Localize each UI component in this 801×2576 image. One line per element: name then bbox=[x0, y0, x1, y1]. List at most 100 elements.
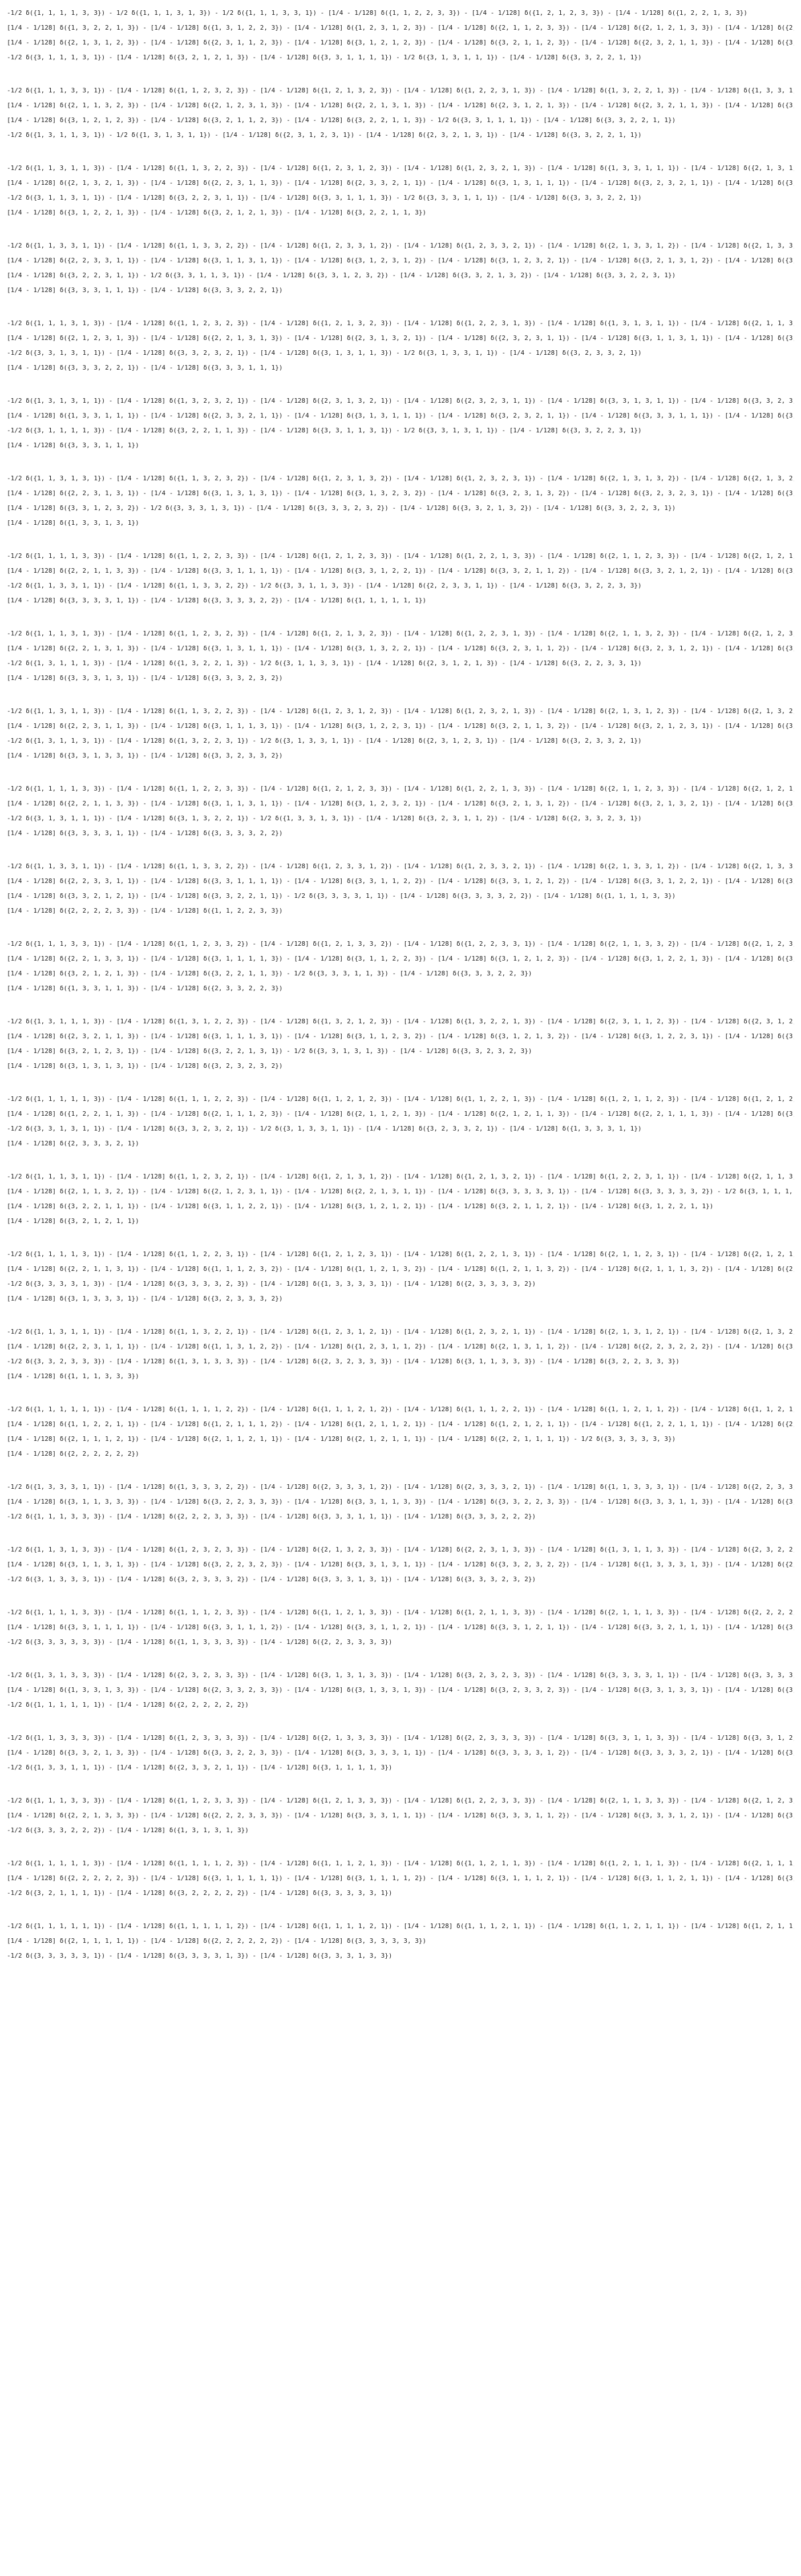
formula-line: [1/4 - 1/128] δ({3, 2, 2, 3, 1, 1}) - 1/… bbox=[7, 272, 676, 279]
formula-line: [1/4 - 1/128] δ({3, 3, 2, 1, 2, 1}) - [1… bbox=[7, 892, 676, 900]
formula-line: -1/2 δ({3, 1, 3, 1, 1, 1}) - [1/4 - 1/12… bbox=[7, 815, 642, 822]
formula-block: -1/2 δ({1, 1, 1, 1, 1, 3}) - [1/4 - 1/12… bbox=[7, 1856, 794, 1901]
formula-line: -1/2 δ({1, 1, 1, 3, 3, 1}) - [1/4 - 1/12… bbox=[7, 87, 794, 94]
formula-line: -1/2 δ({1, 1, 3, 1, 1, 1}) - [1/4 - 1/12… bbox=[7, 1328, 794, 1335]
formula-block: -1/2 δ({1, 1, 3, 3, 3, 3}) - [1/4 - 1/12… bbox=[7, 1731, 794, 1775]
formula-line: [1/4 - 1/128] δ({2, 1, 2, 3, 1, 3}) - [1… bbox=[7, 334, 794, 342]
formula-line: [1/4 - 1/128] δ({2, 1, 1, 1, 1, 1}) - [1… bbox=[7, 1937, 427, 1945]
formula-line: [1/4 - 1/128] δ({2, 2, 2, 2, 2, 2}) bbox=[7, 1450, 139, 1457]
formula-line: [1/4 - 1/128] δ({2, 2, 2, 2, 3, 3}) - [1… bbox=[7, 907, 283, 914]
formula-line: [1/4 - 1/128] δ({2, 1, 3, 1, 2, 3}) - [1… bbox=[7, 39, 794, 46]
formula-line: -1/2 δ({1, 1, 1, 1, 3, 3}) - [1/4 - 1/12… bbox=[7, 552, 794, 560]
formula-line: -1/2 δ({1, 1, 1, 1, 3, 3}) - [1/4 - 1/12… bbox=[7, 1609, 794, 1616]
formula-block: -1/2 δ({1, 1, 1, 3, 1, 3}) - [1/4 - 1/12… bbox=[7, 626, 794, 686]
formula-block: -1/2 δ({1, 3, 1, 1, 1, 3}) - [1/4 - 1/12… bbox=[7, 1014, 794, 1074]
formula-block: -1/2 δ({1, 1, 1, 1, 3, 3}) - [1/4 - 1/12… bbox=[7, 781, 794, 841]
formula-line: [1/4 - 1/128] δ({3, 2, 1, 2, 1, 1}) bbox=[7, 1217, 139, 1225]
formula-line: -1/2 δ({1, 1, 1, 3, 1, 3}) - [1/4 - 1/12… bbox=[7, 630, 794, 637]
formula-block: -1/2 δ({1, 1, 1, 1, 3, 3}) - [1/4 - 1/12… bbox=[7, 549, 794, 608]
formula-line: -1/2 δ({3, 2, 1, 1, 1, 1}) - [1/4 - 1/12… bbox=[7, 1889, 393, 1897]
formula-line: -1/2 δ({3, 3, 3, 3, 3, 1}) - [1/4 - 1/12… bbox=[7, 1952, 393, 1959]
formula-line: -1/2 δ({1, 1, 1, 3, 3, 3}) - [1/4 - 1/12… bbox=[7, 1513, 536, 1520]
formula-line: -1/2 δ({1, 3, 1, 3, 3, 3}) - [1/4 - 1/12… bbox=[7, 1671, 794, 1679]
formula-line: [1/4 - 1/128] δ({3, 2, 1, 2, 1, 3}) - [1… bbox=[7, 970, 532, 977]
formula-block: -1/2 δ({1, 1, 1, 3, 1, 1}) - [1/4 - 1/12… bbox=[7, 1169, 794, 1229]
formula-line: [1/4 - 1/128] δ({2, 3, 3, 3, 2, 1}) bbox=[7, 1140, 139, 1147]
formula-line: [1/4 - 1/128] δ({1, 2, 2, 1, 1, 3}) - [1… bbox=[7, 1110, 794, 1117]
formula-line: [1/4 - 1/128] δ({3, 3, 1, 3, 3, 1}) - [1… bbox=[7, 752, 283, 759]
formula-page: -1/2 δ({1, 1, 1, 1, 3, 3}) - 1/2 δ({1, 1… bbox=[0, 0, 801, 2576]
formula-line: -1/2 δ({1, 1, 1, 1, 1, 1}) - [1/4 - 1/12… bbox=[7, 1701, 249, 1708]
formula-block: -1/2 δ({1, 3, 1, 3, 1, 1}) - [1/4 - 1/12… bbox=[7, 394, 794, 453]
formula-line: [1/4 - 1/128] δ({3, 1, 2, 2, 1, 3}) - [1… bbox=[7, 209, 427, 216]
formula-block: -1/2 δ({1, 1, 1, 1, 1, 3}) - [1/4 - 1/12… bbox=[7, 1092, 794, 1151]
formula-line: [1/4 - 1/128] δ({2, 2, 1, 3, 1, 3}) - [1… bbox=[7, 645, 794, 652]
formula-line: -1/2 δ({1, 1, 1, 3, 3, 3}) - [1/4 - 1/12… bbox=[7, 1797, 794, 1804]
formula-line: -1/2 δ({1, 3, 1, 1, 1, 3}) - [1/4 - 1/12… bbox=[7, 659, 642, 667]
formula-line: [1/4 - 1/128] δ({3, 3, 3, 1, 1, 1}) bbox=[7, 442, 139, 449]
formula-line: -1/2 δ({1, 1, 3, 3, 1, 1}) - [1/4 - 1/12… bbox=[7, 582, 642, 589]
formula-line: -1/2 δ({1, 1, 1, 1, 1, 1}) - [1/4 - 1/12… bbox=[7, 1406, 794, 1413]
formula-line: [1/4 - 1/128] δ({3, 1, 2, 1, 2, 3}) - [1… bbox=[7, 116, 676, 124]
formula-line: -1/2 δ({3, 3, 1, 3, 1, 1}) - [1/4 - 1/12… bbox=[7, 1125, 642, 1132]
formula-line: [1/4 - 1/128] δ({1, 3, 3, 1, 3, 3}) - [1… bbox=[7, 1686, 794, 1694]
formula-line: -1/2 δ({1, 1, 1, 1, 3, 1}) - [1/4 - 1/12… bbox=[7, 1250, 794, 1258]
formula-line: -1/2 δ({1, 1, 1, 3, 3, 1}) - [1/4 - 1/12… bbox=[7, 940, 794, 947]
formula-block: -1/2 δ({1, 1, 1, 3, 1, 3}) - [1/4 - 1/12… bbox=[7, 316, 794, 375]
formula-block: -1/2 δ({1, 1, 3, 1, 3, 1}) - [1/4 - 1/12… bbox=[7, 471, 794, 530]
formula-line: [1/4 - 1/128] δ({2, 2, 3, 3, 1, 1}) - [1… bbox=[7, 257, 794, 264]
formula-line: -1/2 δ({1, 1, 3, 1, 1, 3}) - [1/4 - 1/12… bbox=[7, 164, 794, 172]
formula-line: [1/4 - 1/128] δ({3, 1, 1, 3, 3, 3}) - [1… bbox=[7, 1498, 794, 1505]
formula-line: [1/4 - 1/128] δ({3, 3, 3, 1, 3, 1}) - [1… bbox=[7, 674, 283, 682]
formula-line: -1/2 δ({1, 3, 3, 3, 1, 1}) - [1/4 - 1/12… bbox=[7, 1483, 794, 1490]
formula-line: -1/2 δ({3, 3, 3, 2, 2, 2}) - [1/4 - 1/12… bbox=[7, 1826, 249, 1834]
formula-line: [1/4 - 1/128] δ({3, 2, 2, 1, 1, 1}) - [1… bbox=[7, 1202, 714, 1210]
formula-line: -1/2 δ({3, 3, 2, 3, 3, 3}) - [1/4 - 1/12… bbox=[7, 1358, 679, 1365]
formula-line: [1/4 - 1/128] δ({3, 1, 3, 3, 3, 1}) - [1… bbox=[7, 1295, 283, 1302]
formula-block: -1/2 δ({1, 1, 1, 1, 3, 3}) - [1/4 - 1/12… bbox=[7, 1605, 794, 1650]
formula-line: -1/2 δ({3, 1, 1, 1, 1, 3}) - [1/4 - 1/12… bbox=[7, 427, 642, 434]
formula-block: -1/2 δ({1, 1, 3, 3, 1, 1}) - [1/4 - 1/12… bbox=[7, 859, 794, 918]
formula-line: -1/2 δ({1, 1, 3, 1, 1, 3}) - [1/4 - 1/12… bbox=[7, 707, 794, 715]
formula-line: [1/4 - 1/128] δ({2, 2, 1, 1, 3, 3}) - [1… bbox=[7, 800, 794, 807]
formula-line: [1/4 - 1/128] δ({3, 3, 3, 3, 1, 1}) - [1… bbox=[7, 597, 427, 604]
formula-line: [1/4 - 1/128] δ({1, 3, 3, 1, 1, 1}) - [1… bbox=[7, 412, 794, 419]
formula-line: -1/2 δ({1, 1, 1, 1, 1, 3}) - [1/4 - 1/12… bbox=[7, 1860, 794, 1867]
formula-line: -1/2 δ({1, 1, 1, 1, 1, 3}) - [1/4 - 1/12… bbox=[7, 1095, 794, 1103]
formula-line: [1/4 - 1/128] δ({3, 3, 3, 3, 1, 1}) - [1… bbox=[7, 829, 283, 837]
formula-line: -1/2 δ({1, 1, 1, 1, 1, 1}) - [1/4 - 1/12… bbox=[7, 1922, 794, 1930]
formula-line: -1/2 δ({3, 1, 1, 3, 1, 1}) - [1/4 - 1/12… bbox=[7, 194, 642, 201]
formula-block: -1/2 δ({1, 3, 3, 3, 1, 1}) - [1/4 - 1/12… bbox=[7, 1480, 794, 1524]
formula-line: -1/2 δ({1, 1, 3, 3, 1, 1}) - [1/4 - 1/12… bbox=[7, 242, 794, 249]
formula-line: -1/2 δ({1, 3, 1, 1, 3, 1}) - [1/4 - 1/12… bbox=[7, 737, 642, 744]
formula-line: [1/4 - 1/128] δ({2, 2, 2, 2, 2, 3}) - [1… bbox=[7, 1874, 794, 1882]
formula-line: -1/2 δ({3, 3, 1, 3, 1, 1}) - [1/4 - 1/12… bbox=[7, 349, 642, 357]
formula-line: [1/4 - 1/128] δ({3, 2, 1, 2, 3, 1}) - [1… bbox=[7, 1047, 532, 1055]
formula-line: [1/4 - 1/128] δ({1, 3, 3, 1, 3, 1}) bbox=[7, 519, 139, 526]
formula-block: -1/2 δ({1, 1, 1, 1, 1, 1}) - [1/4 - 1/12… bbox=[7, 1919, 794, 1963]
formula-line: [1/4 - 1/128] δ({2, 1, 1, 1, 2, 1}) - [1… bbox=[7, 1435, 676, 1443]
formula-block: -1/2 δ({1, 1, 1, 3, 3, 1}) - [1/4 - 1/12… bbox=[7, 937, 794, 996]
formula-line: -1/2 δ({1, 3, 1, 3, 1, 1}) - [1/4 - 1/12… bbox=[7, 397, 794, 404]
formula-line: [1/4 - 1/128] δ({2, 2, 1, 1, 3, 1}) - [1… bbox=[7, 1265, 794, 1273]
formula-line: -1/2 δ({3, 1, 1, 1, 3, 1}) - [1/4 - 1/12… bbox=[7, 54, 642, 61]
formula-line: -1/2 δ({1, 1, 1, 1, 3, 3}) - 1/2 δ({1, 1… bbox=[7, 9, 748, 17]
formula-block: -1/2 δ({1, 1, 1, 1, 3, 3}) - 1/2 δ({1, 1… bbox=[7, 6, 794, 65]
formula-line: -1/2 δ({1, 1, 3, 1, 3, 3}) - [1/4 - 1/12… bbox=[7, 1546, 794, 1553]
formula-line: [1/4 - 1/128] δ({2, 1, 1, 3, 2, 3}) - [1… bbox=[7, 102, 794, 109]
formula-block: -1/2 δ({1, 1, 1, 3, 3, 3}) - [1/4 - 1/12… bbox=[7, 1793, 794, 1838]
formula-line: -1/2 δ({1, 1, 1, 3, 1, 3}) - [1/4 - 1/12… bbox=[7, 319, 794, 327]
formula-line: [1/4 - 1/128] δ({3, 3, 3, 1, 1, 1}) - [1… bbox=[7, 286, 283, 294]
formula-block: -1/2 δ({1, 3, 1, 3, 3, 3}) - [1/4 - 1/12… bbox=[7, 1668, 794, 1712]
formula-line: [1/4 - 1/128] δ({2, 3, 2, 1, 1, 3}) - [1… bbox=[7, 1032, 794, 1040]
formula-block: -1/2 δ({1, 1, 3, 1, 3, 3}) - [1/4 - 1/12… bbox=[7, 1542, 794, 1587]
formula-line: -1/2 δ({1, 1, 3, 3, 1, 1}) - [1/4 - 1/12… bbox=[7, 862, 794, 870]
formula-line: -1/2 δ({3, 3, 3, 3, 3, 3}) - [1/4 - 1/12… bbox=[7, 1638, 393, 1646]
formula-line: -1/2 δ({1, 1, 1, 3, 1, 1}) - [1/4 - 1/12… bbox=[7, 1173, 794, 1180]
formula-line: -1/2 δ({1, 1, 3, 3, 3, 3}) - [1/4 - 1/12… bbox=[7, 1734, 794, 1741]
formula-block: -1/2 δ({1, 1, 1, 1, 1, 1}) - [1/4 - 1/12… bbox=[7, 1402, 794, 1461]
formula-line: [1/4 - 1/128] δ({2, 2, 3, 1, 1, 3}) - [1… bbox=[7, 722, 794, 730]
formula-line: [1/4 - 1/128] δ({2, 2, 3, 3, 1, 1}) - [1… bbox=[7, 877, 794, 885]
formula-line: [1/4 - 1/128] δ({2, 2, 1, 3, 3, 3}) - [1… bbox=[7, 1812, 794, 1819]
formula-line: [1/4 - 1/128] δ({2, 2, 1, 3, 3, 1}) - [1… bbox=[7, 955, 794, 962]
